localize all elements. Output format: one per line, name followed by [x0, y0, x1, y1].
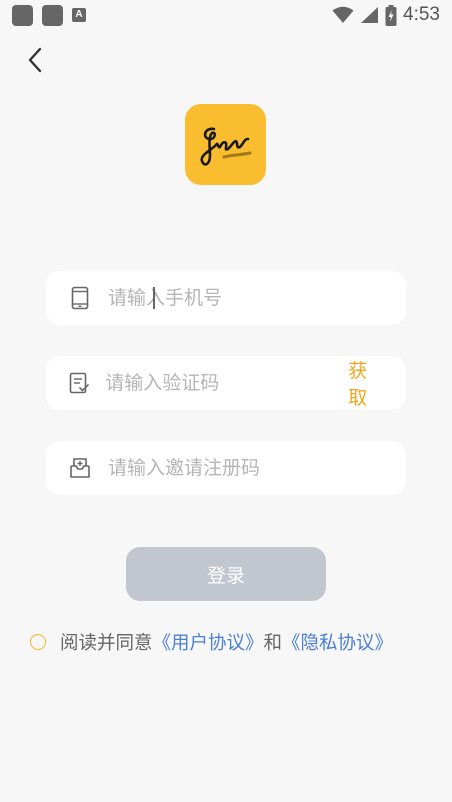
chevron-left-icon — [28, 47, 42, 73]
user-agreement-link[interactable]: 《用户协议》 — [153, 629, 264, 655]
status-bar: A 4:53 — [0, 0, 452, 30]
phone-icon — [68, 286, 92, 310]
login-button[interactable]: 登录 — [126, 547, 326, 601]
text-cursor — [153, 287, 155, 309]
invite-code-field[interactable] — [46, 441, 406, 495]
phone-field[interactable] — [46, 271, 406, 325]
invite-code-input[interactable] — [108, 441, 406, 495]
app-notification-icon — [42, 4, 63, 26]
app-logo — [185, 104, 266, 185]
signature-logo-icon — [199, 127, 251, 166]
agreement-prefix: 阅读并同意 — [60, 633, 153, 654]
status-right-icons: 4:53 — [332, 4, 440, 26]
agreement-and: 和 — [263, 633, 283, 654]
wifi-icon — [332, 6, 354, 23]
verification-code-input[interactable] — [105, 356, 349, 410]
verification-code-field[interactable]: 获取 — [46, 356, 406, 410]
verify-doc-icon — [68, 371, 89, 395]
app-notification-icon — [12, 4, 33, 26]
status-left-icons: A — [12, 4, 86, 26]
agreement-row: 阅读并同意 《用户协议》 和 《隐私协议》 — [30, 628, 393, 656]
text-a-icon: A — [72, 8, 86, 22]
agree-radio[interactable] — [30, 634, 46, 650]
status-clock: 4:53 — [403, 4, 440, 25]
battery-charging-icon — [385, 4, 397, 26]
cell-signal-icon — [361, 7, 379, 23]
get-code-button[interactable]: 获取 — [348, 356, 382, 410]
back-button[interactable] — [20, 44, 50, 76]
privacy-agreement-link[interactable]: 《隐私协议》 — [282, 629, 393, 655]
invite-box-icon — [68, 456, 92, 480]
